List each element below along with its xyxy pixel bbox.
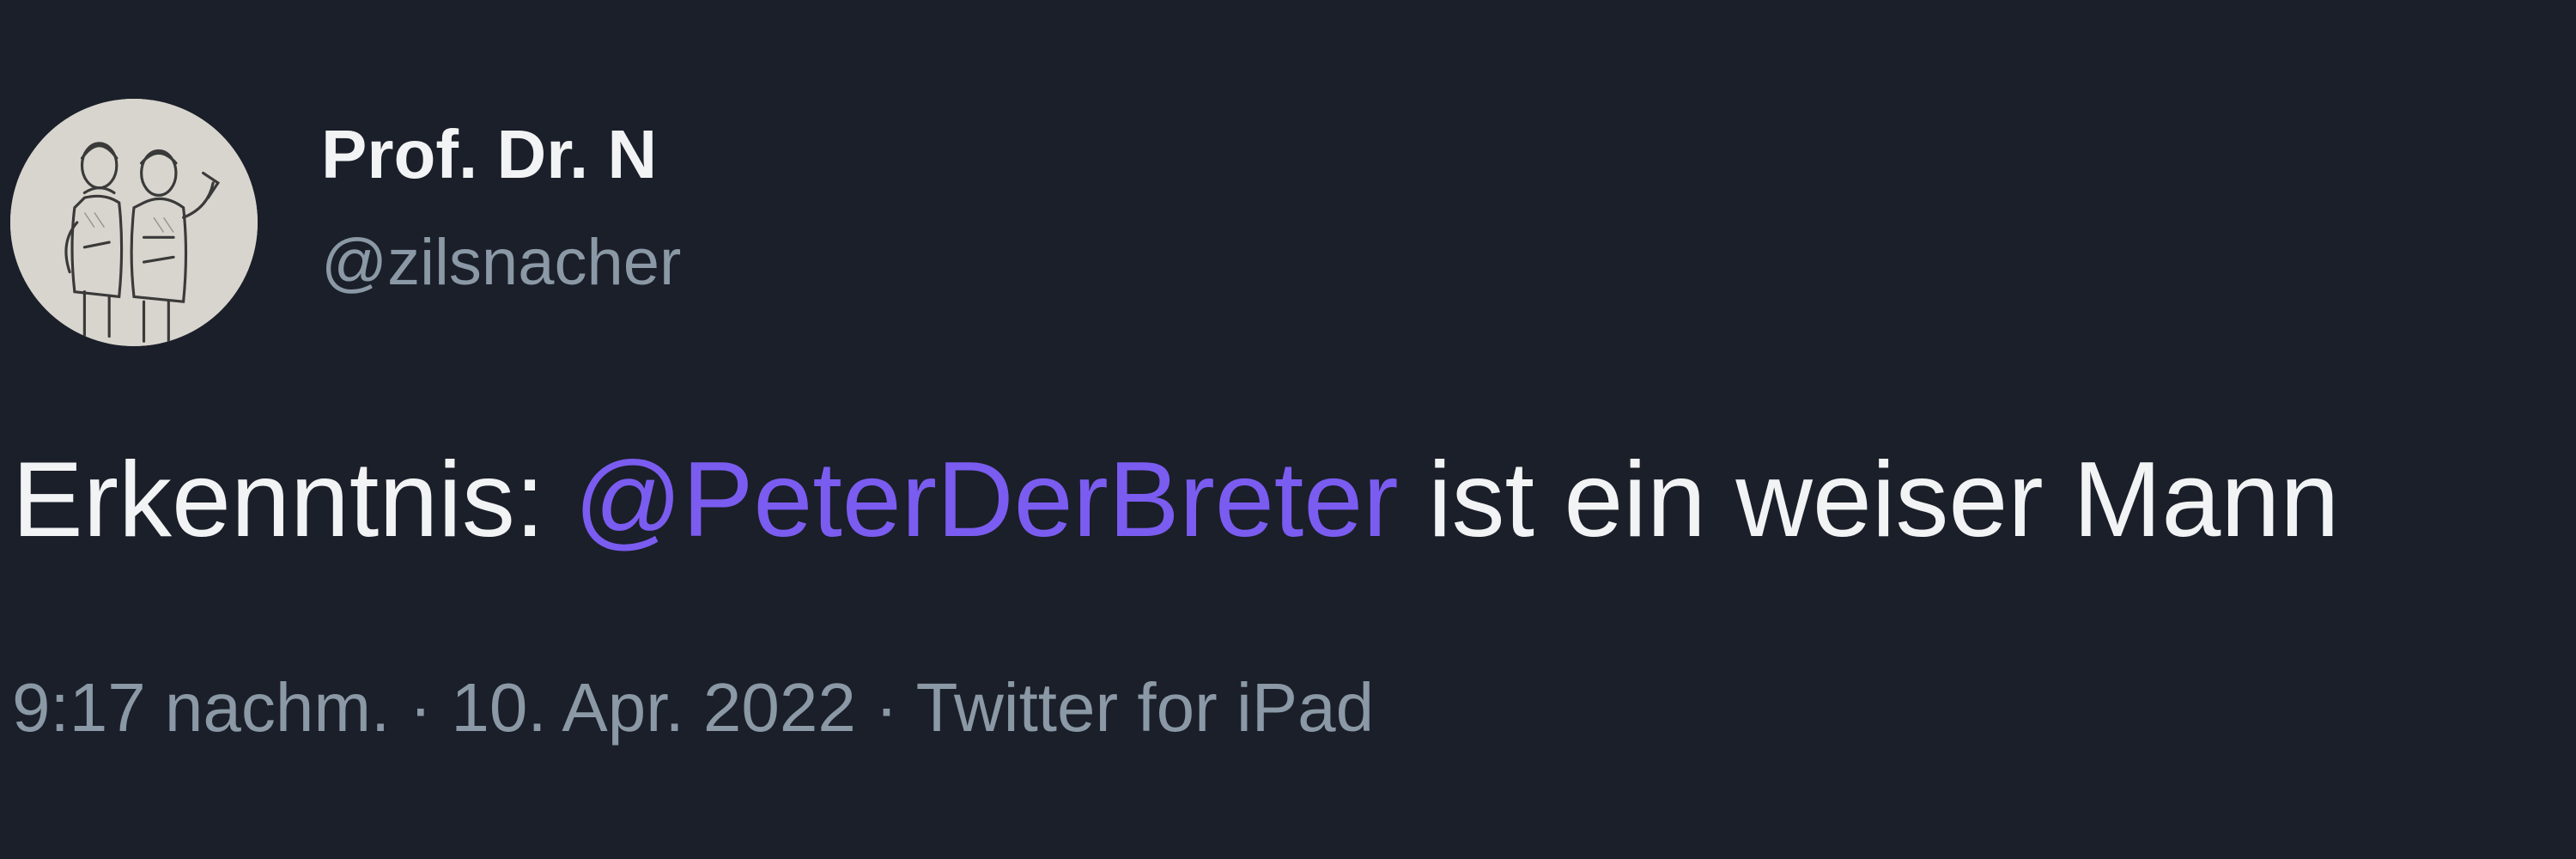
tweet-source: Twitter for iPad bbox=[915, 669, 1375, 746]
author-name[interactable]: Prof. Dr. N bbox=[321, 120, 657, 189]
tweet-date[interactable]: 10. Apr. 2022 bbox=[451, 669, 856, 746]
tweet-time[interactable]: 9:17 nachm. bbox=[12, 669, 390, 746]
author-handle[interactable]: @zilsnacher bbox=[321, 230, 681, 295]
tweet-text-prefix: Erkenntnis: bbox=[12, 441, 574, 559]
meta-separator: · bbox=[390, 669, 452, 746]
sketch-portrait-icon bbox=[10, 99, 258, 346]
author-avatar[interactable] bbox=[10, 99, 258, 346]
tweet-text: Erkenntnis: @PeterDerBreter ist ein weis… bbox=[12, 447, 2339, 553]
tweet-meta: 9:17 nachm. · 10. Apr. 2022 · Twitter fo… bbox=[12, 673, 1374, 742]
meta-separator: · bbox=[855, 669, 916, 746]
mention-link[interactable]: @PeterDerBreter bbox=[574, 441, 1399, 559]
tweet-card: Prof. Dr. N @zilsnacher Erkenntnis: @Pet… bbox=[0, 0, 2576, 859]
tweet-text-suffix: ist ein weiser Mann bbox=[1398, 441, 2340, 559]
